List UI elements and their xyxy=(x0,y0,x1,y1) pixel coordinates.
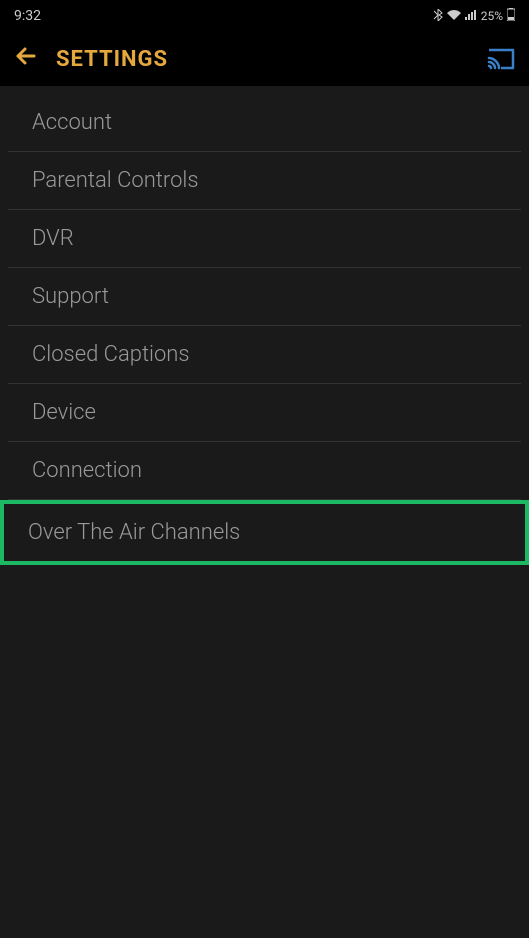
settings-item-account[interactable]: Account xyxy=(8,94,521,152)
status-icons: 25% xyxy=(433,8,515,24)
settings-item-label: Device xyxy=(32,400,96,425)
cast-icon[interactable] xyxy=(487,48,515,70)
bluetooth-icon xyxy=(433,9,443,24)
settings-item-over-the-air-channels[interactable]: Over The Air Channels xyxy=(0,500,529,565)
wifi-icon xyxy=(447,9,461,23)
signal-icon xyxy=(465,9,477,23)
settings-item-connection[interactable]: Connection xyxy=(8,442,521,500)
header-left: SETTINGS xyxy=(14,44,168,74)
settings-item-label: Connection xyxy=(32,458,142,483)
settings-item-label: Over The Air Channels xyxy=(28,520,240,545)
app-header: SETTINGS xyxy=(0,32,529,86)
settings-item-support[interactable]: Support xyxy=(8,268,521,326)
settings-content: Account Parental Controls DVR Support Cl… xyxy=(0,86,529,938)
settings-list: Account Parental Controls DVR Support Cl… xyxy=(0,94,529,565)
settings-item-parental-controls[interactable]: Parental Controls xyxy=(8,152,521,210)
status-bar: 9:32 25% xyxy=(0,0,529,32)
settings-item-closed-captions[interactable]: Closed Captions xyxy=(8,326,521,384)
settings-item-dvr[interactable]: DVR xyxy=(8,210,521,268)
battery-icon xyxy=(507,8,515,24)
settings-item-label: Account xyxy=(32,110,112,135)
battery-label: 25% xyxy=(481,9,503,23)
settings-item-label: Closed Captions xyxy=(32,342,190,367)
back-arrow-icon[interactable] xyxy=(14,44,38,74)
settings-item-label: DVR xyxy=(32,226,74,251)
status-time: 9:32 xyxy=(14,8,41,24)
settings-item-label: Support xyxy=(32,284,109,309)
page-title: SETTINGS xyxy=(56,47,168,72)
settings-item-label: Parental Controls xyxy=(32,168,199,193)
settings-item-device[interactable]: Device xyxy=(8,384,521,442)
